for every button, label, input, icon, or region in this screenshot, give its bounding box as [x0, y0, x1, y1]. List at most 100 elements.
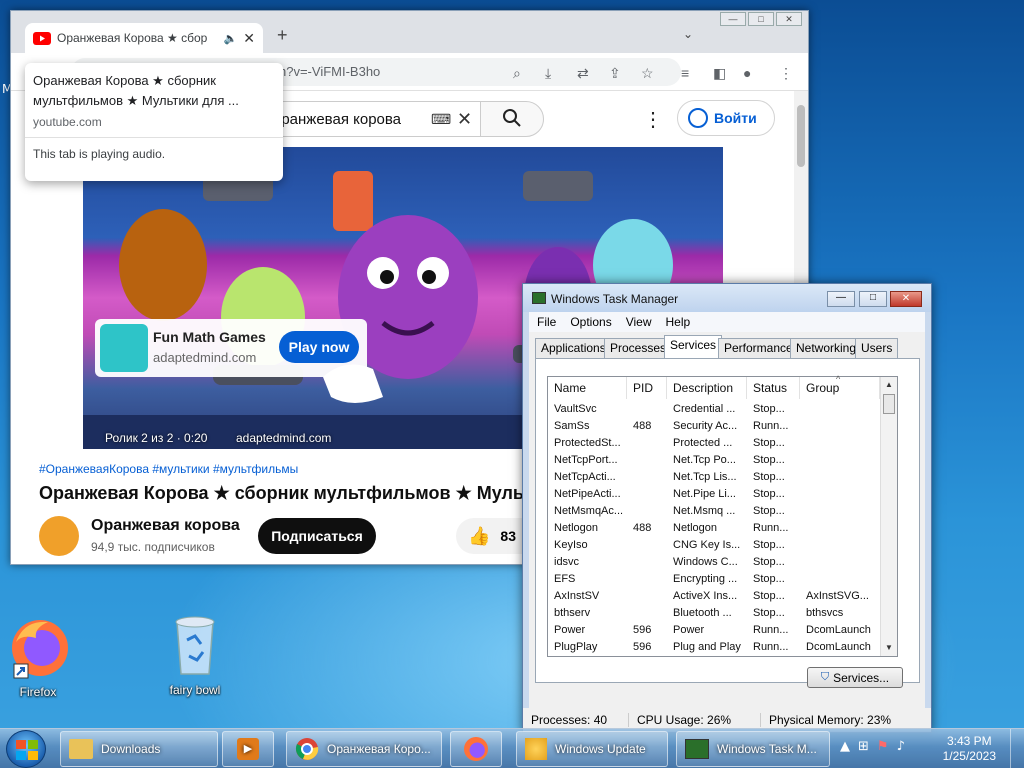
clock[interactable]: 3:43 PM 1/25/2023: [943, 734, 996, 764]
channel-avatar[interactable]: [39, 516, 79, 556]
table-cell-name: NetMsmqAc...: [554, 505, 624, 517]
table-row[interactable]: AxInstSV ActiveX Ins... Stop... AxInstSVG..…: [548, 589, 879, 606]
desktop-icon-firefox[interactable]: Firefox: [0, 612, 78, 699]
speaker-icon[interactable]: 🔈: [224, 32, 238, 45]
minimize-button[interactable]: —: [827, 291, 855, 307]
signin-button[interactable]: Войти: [677, 100, 775, 136]
close-tab-icon[interactable]: ✕: [243, 30, 255, 47]
column-header-description[interactable]: Description: [667, 377, 747, 399]
page-scrollbar-thumb[interactable]: [797, 105, 805, 167]
table-row[interactable]: ProtectedSt... Protected ... Stop...: [548, 436, 879, 453]
taskbar-item-media-player[interactable]: ▶: [222, 731, 274, 767]
table-row[interactable]: KeyIso CNG Key Is... Stop...: [548, 538, 879, 555]
column-header-status[interactable]: Status: [747, 377, 800, 399]
minimize-button[interactable]: —: [720, 12, 746, 26]
search-icon[interactable]: ⌕: [513, 65, 521, 82]
table-row[interactable]: SamSs 488 Security Ac... Runn...: [548, 419, 879, 436]
table-row[interactable]: PlugPlay 596 Plug and Play Runn... DcomLaunc…: [548, 640, 879, 657]
menu-help[interactable]: Help: [666, 315, 691, 329]
table-cell-status: Stop...: [753, 488, 785, 500]
volume-icon[interactable]: ♪: [897, 739, 905, 754]
search-button[interactable]: [480, 101, 544, 137]
tab-performance[interactable]: Performance: [718, 338, 799, 358]
tab-applications[interactable]: Applications: [535, 338, 612, 358]
taskbar-item-firefox[interactable]: [450, 731, 502, 767]
media-control-icon[interactable]: ≡: [681, 65, 689, 81]
menu-file[interactable]: File: [537, 315, 556, 329]
table-cell-name: KeyIso: [554, 539, 588, 551]
menu-view[interactable]: View: [626, 315, 652, 329]
taskbar-item-task-manager[interactable]: Windows Task M...: [676, 731, 830, 767]
translate-icon[interactable]: ⇄: [577, 65, 589, 82]
start-button[interactable]: [6, 730, 46, 768]
taskbar-item-chrome[interactable]: Оранжевая Коро...: [286, 731, 442, 767]
table-cell-status: Runn...: [753, 420, 789, 432]
services-list[interactable]: Name PID Description Status Group ^ ▲ ▼ …: [547, 374, 898, 657]
column-header-pid[interactable]: PID: [627, 377, 667, 399]
table-cell-description: Power: [673, 624, 705, 636]
side-panel-icon[interactable]: ◧: [713, 65, 726, 82]
menu-dots-icon[interactable]: ⋮: [779, 65, 793, 82]
profile-icon[interactable]: ●: [743, 65, 751, 81]
tab-search-chevron-icon[interactable]: ⌄: [683, 27, 693, 41]
scroll-up-icon[interactable]: ▲: [881, 377, 897, 393]
tab-processes[interactable]: Processes: [604, 338, 673, 358]
table-cell-status: Stop...: [753, 437, 785, 449]
hover-card-title: Оранжевая Корова ★ сборник мультфильмов …: [33, 73, 239, 108]
channel-name[interactable]: Оранжевая корова: [91, 517, 240, 535]
table-row[interactable]: NetTcpActi... Net.Tcp Lis... Stop...: [548, 470, 879, 487]
install-icon[interactable]: ⤓: [545, 65, 551, 82]
table-row[interactable]: Netlogon 488 Netlogon Runn...: [548, 521, 879, 538]
browser-tab-active[interactable]: Оранжевая Корова ★ сбор 🔈 ✕: [25, 23, 263, 53]
table-cell-status: Stop...: [753, 556, 785, 568]
share-icon[interactable]: ⇪: [609, 65, 621, 82]
services-button[interactable]: ⛉ Services...: [807, 667, 903, 688]
more-options-icon[interactable]: ⋮: [643, 107, 663, 132]
show-desktop-button[interactable]: [1010, 729, 1024, 768]
search-input[interactable]: оранжевая корова ⌨ ✕: [266, 101, 480, 137]
table-row[interactable]: Power 596 Power Runn... DcomLaunch: [548, 623, 879, 640]
desktop-icon-fairy-bowl[interactable]: fairy bowl: [155, 610, 235, 697]
clock-time: 3:43 PM: [946, 734, 992, 748]
table-row[interactable]: NetMsmqAc... Net.Msmq ... Stop...: [548, 504, 879, 521]
table-row[interactable]: NetPipeActi... Net.Pipe Li... Stop...: [548, 487, 879, 504]
scroll-down-icon[interactable]: ▼: [881, 640, 897, 656]
hover-card-domain: youtube.com: [33, 115, 102, 129]
bookmark-star-icon[interactable]: ☆: [641, 65, 654, 82]
menu-options[interactable]: Options: [570, 315, 611, 329]
ad-link[interactable]: adaptedmind.com: [236, 431, 331, 445]
table-cell-status: Stop...: [753, 573, 785, 585]
maximize-button[interactable]: □: [859, 291, 887, 307]
table-row[interactable]: NetTcpPort... Net.Tcp Po... Stop...: [548, 453, 879, 470]
maximize-button[interactable]: □: [748, 12, 774, 26]
list-scrollbar-thumb[interactable]: [883, 394, 895, 414]
subscribe-button[interactable]: Подписаться: [258, 518, 376, 554]
taskbar-item-windows-update[interactable]: Windows Update: [516, 731, 668, 767]
table-row[interactable]: idsvc Windows C... Stop...: [548, 555, 879, 572]
ad-card[interactable]: Fun Math Games adaptedmind.com Play now: [95, 319, 367, 377]
video-tags[interactable]: #ОранжеваяКорова #мультики #мультфильмы: [39, 462, 298, 476]
show-hidden-icons-icon[interactable]: ▲: [840, 739, 850, 754]
clear-icon[interactable]: ✕: [457, 109, 472, 130]
ad-play-button[interactable]: Play now: [279, 331, 359, 363]
close-button[interactable]: ✕: [776, 12, 802, 26]
table-cell-status: Stop...: [753, 590, 785, 602]
new-tab-button[interactable]: +: [277, 25, 288, 46]
table-row[interactable]: VaultSvc Credential ... Stop...: [548, 402, 879, 419]
tab-users[interactable]: Users: [855, 338, 899, 358]
network-icon[interactable]: ⊞: [858, 739, 869, 754]
table-row[interactable]: EFS Encrypting ... Stop...: [548, 572, 879, 589]
table-cell-status: Runn...: [753, 522, 789, 534]
close-button[interactable]: ✕: [890, 291, 922, 307]
column-header-name[interactable]: Name: [548, 377, 627, 399]
keyboard-icon[interactable]: ⌨: [431, 111, 451, 128]
tab-services[interactable]: Services: [664, 335, 723, 359]
tab-networking[interactable]: Networking: [790, 338, 863, 358]
status-memory: Physical Memory: 23%: [769, 713, 892, 727]
table-row[interactable]: bthserv Bluetooth ... Stop... bthsvcs: [548, 606, 879, 623]
taskbar-item-downloads[interactable]: Downloads: [60, 731, 218, 767]
table-cell-status: Stop...: [753, 471, 785, 483]
action-center-icon[interactable]: ⚑: [877, 739, 889, 754]
task-manager-titlebar[interactable]: Windows Task Manager — □ ✕: [523, 284, 931, 312]
list-scrollbar[interactable]: ▲ ▼: [880, 377, 897, 656]
